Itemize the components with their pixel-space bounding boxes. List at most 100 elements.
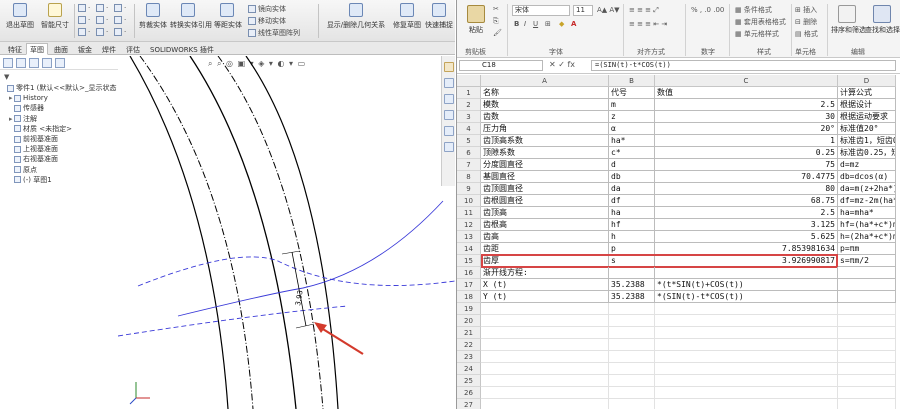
row-header[interactable]: 22 xyxy=(457,339,481,351)
table-cell[interactable] xyxy=(481,399,609,409)
row-header[interactable]: 7 xyxy=(457,159,481,171)
convert-entities-button[interactable]: 转换实体引用 xyxy=(170,3,212,39)
format-painter-icon[interactable]: 🖌 xyxy=(493,29,502,37)
table-cell[interactable] xyxy=(655,363,838,375)
table-cell[interactable] xyxy=(481,363,609,375)
row-header[interactable]: 9 xyxy=(457,183,481,195)
table-cell[interactable]: 渐开线方程: xyxy=(481,267,609,279)
table-cell[interactable] xyxy=(655,315,838,327)
cut-icon[interactable]: ✂ xyxy=(493,5,499,13)
table-cell[interactable]: 20° xyxy=(655,123,838,135)
table-cell[interactable] xyxy=(655,375,838,387)
table-cell[interactable]: 0.25 xyxy=(655,147,838,159)
table-cell[interactable]: df xyxy=(609,195,655,207)
number-format-select[interactable]: % , .0 .00 xyxy=(691,6,724,14)
repair-sketch-button[interactable]: 修复草图 xyxy=(392,3,422,39)
row-header[interactable]: 23 xyxy=(457,351,481,363)
table-cell[interactable]: 齿厚 xyxy=(481,255,609,267)
table-cell[interactable]: ha xyxy=(609,207,655,219)
table-cell[interactable]: 7.853981634 xyxy=(655,243,838,255)
mirror-entities-button[interactable]: 镜向实体 xyxy=(248,4,286,14)
table-cell[interactable] xyxy=(481,327,609,339)
tree-item[interactable]: 材质 <未指定> xyxy=(9,124,72,134)
table-cell[interactable] xyxy=(838,363,896,375)
table-cell[interactable]: α xyxy=(609,123,655,135)
table-cell[interactable]: 齿距 xyxy=(481,243,609,255)
table-cell[interactable] xyxy=(655,303,838,315)
configuration-manager-icon[interactable] xyxy=(29,58,39,68)
file-explorer-icon[interactable] xyxy=(444,94,454,104)
fill-color-button[interactable]: ◆ xyxy=(559,20,564,28)
table-cell[interactable]: *(SIN(t)-t*COS(t)) xyxy=(655,291,838,303)
table-cell[interactable]: 标准值20° xyxy=(838,123,896,135)
table-cell[interactable] xyxy=(655,351,838,363)
format-cells-button[interactable]: ▤ 格式 xyxy=(795,29,818,39)
fx-icon[interactable]: ✕ ✓ fx xyxy=(549,60,575,69)
tree-item[interactable]: (-) 草图1 xyxy=(9,175,52,185)
row-header[interactable]: 12 xyxy=(457,219,481,231)
grow-shrink-font-icons[interactable]: A▲ A▼ xyxy=(597,6,620,14)
row-header[interactable]: 15 xyxy=(457,255,481,267)
table-cell[interactable] xyxy=(609,351,655,363)
font-name-select[interactable]: 宋体 xyxy=(512,5,570,16)
cell-styles-button[interactable]: ▦ 单元格样式 xyxy=(735,29,779,39)
italic-button[interactable]: I xyxy=(524,20,526,28)
table-cell[interactable]: 80 xyxy=(655,183,838,195)
property-manager-icon[interactable] xyxy=(16,58,26,68)
table-cell[interactable] xyxy=(609,363,655,375)
table-cell[interactable]: 齿根高 xyxy=(481,219,609,231)
table-cell[interactable]: 齿顶高系数 xyxy=(481,135,609,147)
insert-cells-button[interactable]: ⊞ 插入 xyxy=(795,5,817,15)
table-cell[interactable] xyxy=(838,303,896,315)
row-header[interactable]: 3 xyxy=(457,111,481,123)
table-cell[interactable]: 2.5 xyxy=(655,207,838,219)
table-cell[interactable]: da xyxy=(609,183,655,195)
resources-icon[interactable] xyxy=(444,62,454,72)
tree-item[interactable]: 原点 xyxy=(9,165,37,175)
table-cell[interactable]: ha* xyxy=(609,135,655,147)
tab-addins[interactable]: SOLIDWORKS 插件 xyxy=(146,43,218,55)
table-cell[interactable] xyxy=(655,339,838,351)
row-header[interactable]: 10 xyxy=(457,195,481,207)
conditional-format-button[interactable]: ▦ 条件格式 xyxy=(735,5,772,15)
table-cell[interactable]: 齿顶圆直径 xyxy=(481,183,609,195)
custom-properties-icon[interactable] xyxy=(444,142,454,152)
tab-surfaces[interactable]: 曲面 xyxy=(50,43,72,55)
column-header[interactable]: B xyxy=(609,75,655,87)
table-cell[interactable] xyxy=(838,399,896,409)
row-header[interactable]: 1 xyxy=(457,87,481,99)
table-cell[interactable]: ha=mha* xyxy=(838,207,896,219)
copy-icon[interactable]: ⎘ xyxy=(493,17,499,26)
row-header[interactable]: 25 xyxy=(457,375,481,387)
table-cell[interactable] xyxy=(655,399,838,409)
table-cell[interactable]: c* xyxy=(609,147,655,159)
row-header[interactable]: 4 xyxy=(457,123,481,135)
table-cell[interactable] xyxy=(609,399,655,409)
tree-item[interactable]: 传感器 xyxy=(9,103,44,113)
row-header[interactable]: 16 xyxy=(457,267,481,279)
table-cell[interactable]: 数值 xyxy=(655,87,838,99)
sort-filter-button[interactable]: 排序和筛选 xyxy=(831,5,866,35)
bold-button[interactable]: B xyxy=(514,20,519,28)
linear-pattern-button[interactable]: 线性草图阵列 xyxy=(248,28,300,38)
table-cell[interactable] xyxy=(655,327,838,339)
table-cell[interactable] xyxy=(481,315,609,327)
table-cell[interactable]: 根据设计 xyxy=(838,99,896,111)
view-palette-icon[interactable] xyxy=(444,110,454,120)
select-all-corner[interactable] xyxy=(457,75,481,87)
table-cell[interactable] xyxy=(655,267,838,279)
table-cell[interactable]: 35.2388 xyxy=(609,279,655,291)
equal-offset-button[interactable]: 等距实体 xyxy=(214,3,242,39)
paste-button[interactable]: 粘贴 xyxy=(463,5,489,35)
table-cell[interactable] xyxy=(481,375,609,387)
row-header[interactable]: 17 xyxy=(457,279,481,291)
row-header[interactable]: 2 xyxy=(457,99,481,111)
table-cell[interactable] xyxy=(481,303,609,315)
row-header[interactable]: 20 xyxy=(457,315,481,327)
dim-expert-icon[interactable] xyxy=(42,58,52,68)
tree-item[interactable]: 上视基准面 xyxy=(9,144,58,154)
table-cell[interactable]: db=dcos(α) xyxy=(838,171,896,183)
table-cell[interactable] xyxy=(838,327,896,339)
row-header[interactable]: 19 xyxy=(457,303,481,315)
table-cell[interactable]: 30 xyxy=(655,111,838,123)
